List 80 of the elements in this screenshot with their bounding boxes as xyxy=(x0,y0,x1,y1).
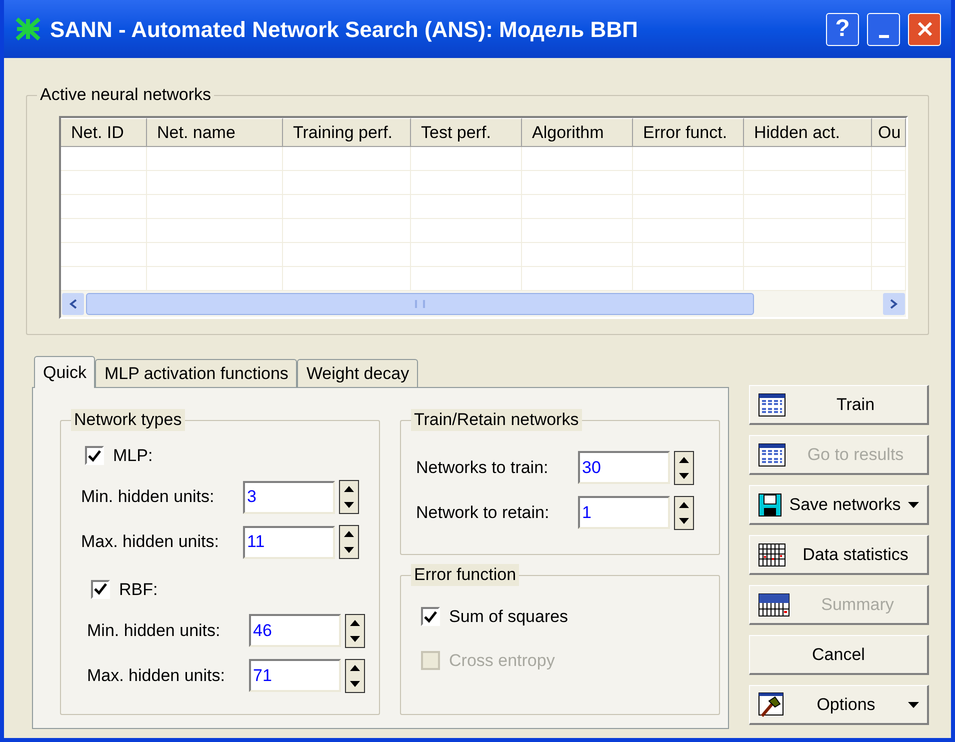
data-grid-icon xyxy=(758,542,786,566)
checkbox[interactable] xyxy=(85,446,104,466)
down-arrow-icon xyxy=(350,680,360,686)
number-field[interactable]: 71 xyxy=(249,659,341,692)
checkbox-label: MLP: xyxy=(113,445,153,467)
column-header[interactable]: Error funct. xyxy=(633,118,744,147)
scroll-left-button[interactable] xyxy=(62,293,84,315)
up-arrow-icon xyxy=(679,456,689,462)
close-icon xyxy=(916,21,932,37)
group-title: Network types xyxy=(71,409,185,431)
number-field[interactable]: 46 xyxy=(249,614,341,647)
checkbox-label: Cross entropy xyxy=(449,650,555,672)
spin-button[interactable] xyxy=(339,525,359,559)
spin-button[interactable] xyxy=(345,614,365,648)
field-label: Min. hidden units: xyxy=(87,620,222,642)
down-arrow-icon xyxy=(350,636,360,642)
check-icon xyxy=(88,450,101,462)
scroll-right-button[interactable] xyxy=(883,293,905,315)
check-icon xyxy=(424,610,437,623)
column-header[interactable]: Hidden act. xyxy=(744,118,872,147)
table-icon xyxy=(758,392,786,416)
group-title: Error function xyxy=(411,564,520,586)
column-header[interactable]: Net. ID xyxy=(61,118,147,147)
action-button[interactable]: Cancel xyxy=(749,635,929,675)
table-icon xyxy=(758,442,786,466)
tab[interactable]: Quick xyxy=(34,356,96,388)
checkbox[interactable] xyxy=(421,607,440,626)
field-value: 11 xyxy=(247,531,265,554)
summary-table-icon xyxy=(758,592,790,616)
column-header[interactable]: Test perf. xyxy=(411,118,522,147)
action-button[interactable]: Save networks xyxy=(749,485,929,525)
field-label: Max. hidden units: xyxy=(81,531,220,554)
field-value: 3 xyxy=(247,486,256,508)
scroll-thumb[interactable] xyxy=(86,293,754,315)
field-value: 30 xyxy=(582,456,601,479)
down-arrow-icon xyxy=(344,547,354,553)
number-field[interactable]: 1 xyxy=(578,496,670,529)
tab[interactable]: Weight decay xyxy=(297,359,418,387)
spin-button[interactable] xyxy=(345,658,365,692)
spin-button[interactable] xyxy=(674,496,694,530)
group-title: Train/Retain networks xyxy=(411,409,582,431)
number-field[interactable]: 11 xyxy=(243,526,335,558)
down-arrow-icon xyxy=(679,472,689,478)
up-arrow-icon xyxy=(350,620,360,626)
column-header[interactable]: Ou xyxy=(872,118,906,147)
down-arrow-icon xyxy=(679,518,689,524)
window-title: SANN - Automated Network Search (ANS): Модель ВВП xyxy=(50,16,639,44)
tab[interactable]: MLP activation functions xyxy=(95,359,298,387)
column-header[interactable]: Training perf. xyxy=(283,118,411,147)
field-label: Min. hidden units: xyxy=(81,486,216,508)
field-value: 71 xyxy=(253,664,272,687)
checkbox[interactable] xyxy=(91,580,110,599)
network-logo-icon xyxy=(14,16,42,42)
number-field[interactable]: 3 xyxy=(243,480,335,514)
help-button[interactable]: ? xyxy=(826,12,859,46)
column-header[interactable]: Net. name xyxy=(147,118,283,147)
up-arrow-icon xyxy=(344,486,354,492)
check-icon xyxy=(94,583,107,596)
hammer-icon xyxy=(758,692,784,718)
action-button[interactable]: Options xyxy=(749,685,929,725)
spin-button[interactable] xyxy=(339,480,359,514)
field-value: 1 xyxy=(582,502,592,524)
up-arrow-icon xyxy=(350,664,360,670)
up-arrow-icon xyxy=(679,502,689,508)
spin-button[interactable] xyxy=(674,450,694,484)
number-field[interactable]: 30 xyxy=(578,451,670,484)
checkbox-label: Sum of squares xyxy=(449,606,568,628)
field-label: Network to retain: xyxy=(416,502,550,524)
down-arrow-icon xyxy=(344,502,354,508)
column-header[interactable]: Algorithm xyxy=(522,118,633,147)
checkbox-label: RBF: xyxy=(119,578,158,600)
action-button[interactable]: Train xyxy=(749,385,929,425)
up-arrow-icon xyxy=(344,531,354,537)
action-button[interactable]: Data statistics xyxy=(749,535,929,575)
field-label: Networks to train: xyxy=(416,456,550,479)
horizontal-scrollbar[interactable] xyxy=(61,291,906,317)
minimize-button[interactable] xyxy=(867,12,900,46)
close-button[interactable] xyxy=(908,12,941,46)
field-label: Max. hidden units: xyxy=(87,664,226,687)
field-value: 46 xyxy=(253,620,272,642)
